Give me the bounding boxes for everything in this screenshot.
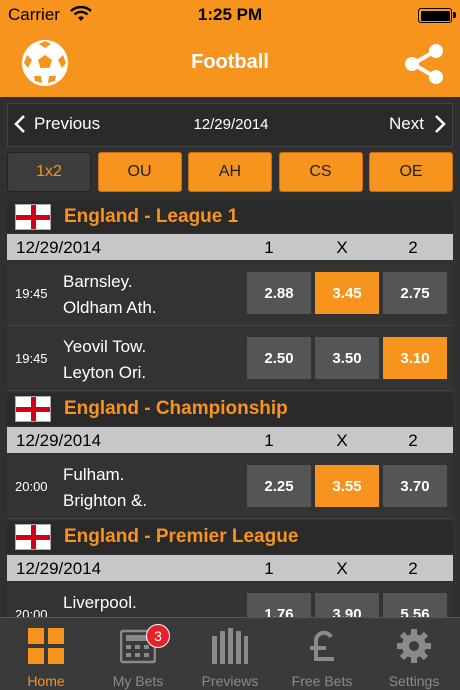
league-date: 12/29/2014 bbox=[16, 559, 102, 578]
current-date: 12/29/2014 bbox=[193, 116, 269, 133]
match-time: 19:45 bbox=[15, 286, 48, 301]
league-name: England - Championship bbox=[64, 398, 288, 419]
tab-home[interactable]: Home bbox=[0, 618, 92, 690]
odds-draw-button[interactable]: 3.50 bbox=[315, 337, 379, 379]
market-tabs: 1x2 OU AH CS OE bbox=[7, 152, 453, 194]
col-away: 2 bbox=[408, 431, 418, 450]
column-header: 12/29/2014 1 X 2 bbox=[7, 555, 453, 581]
battery-icon bbox=[418, 8, 456, 23]
column-header: 12/29/2014 1 X 2 bbox=[7, 427, 453, 453]
col-home: 1 bbox=[264, 431, 274, 450]
tab-label: Settings bbox=[388, 673, 440, 689]
odds-away-button[interactable]: 2.75 bbox=[383, 272, 447, 314]
tab-label: Home bbox=[27, 673, 65, 689]
gear-icon bbox=[397, 629, 431, 663]
tab-label: Previews bbox=[201, 673, 259, 689]
odds-home-button[interactable]: 2.25 bbox=[247, 465, 311, 507]
tab-bar: Home 3 My Bets Previews Free Bets Settin… bbox=[0, 617, 460, 690]
odds-draw-button[interactable]: 3.55 bbox=[315, 465, 379, 507]
away-team: Brighton &. bbox=[63, 491, 148, 510]
next-day-button[interactable]: Next bbox=[389, 114, 446, 134]
league-header[interactable]: England - Premier League bbox=[7, 521, 453, 553]
england-flag-icon bbox=[15, 396, 51, 422]
odds-home-button[interactable]: 2.50 bbox=[247, 337, 311, 379]
match-row[interactable]: 20:00 Fulham. Brighton &. 2.25 3.55 3.70 bbox=[7, 455, 453, 519]
col-home: 1 bbox=[264, 559, 274, 578]
col-away: 2 bbox=[408, 238, 418, 257]
league-date: 12/29/2014 bbox=[16, 238, 102, 257]
league-name: England - Premier League bbox=[64, 526, 299, 547]
col-draw: X bbox=[336, 559, 348, 578]
tab-my-bets[interactable]: 3 My Bets bbox=[92, 618, 184, 690]
league-header[interactable]: England - Championship bbox=[7, 393, 453, 425]
col-home: 1 bbox=[264, 238, 274, 257]
tab-settings[interactable]: Settings bbox=[368, 618, 460, 690]
date-navigator: Previous 12/29/2014 Next bbox=[7, 103, 453, 147]
col-draw: X bbox=[336, 431, 348, 450]
odds-away-button[interactable]: 3.70 bbox=[383, 465, 447, 507]
col-away: 2 bbox=[408, 559, 418, 578]
away-team: Leyton Ori. bbox=[63, 363, 147, 382]
tab-cs[interactable]: CS bbox=[278, 152, 363, 192]
odds-home-button[interactable]: 2.88 bbox=[247, 272, 311, 314]
pound-icon bbox=[310, 630, 334, 661]
col-draw: X bbox=[336, 238, 348, 257]
column-header: 12/29/2014 1 X 2 bbox=[7, 234, 453, 260]
tab-oe[interactable]: OE bbox=[369, 152, 453, 192]
grid-icon bbox=[28, 628, 64, 664]
match-time: 19:45 bbox=[15, 351, 48, 366]
england-flag-icon bbox=[15, 524, 51, 550]
league-header[interactable]: England - League 1 bbox=[7, 201, 453, 233]
status-time: 1:25 PM bbox=[197, 5, 263, 24]
tab-previews[interactable]: Previews bbox=[184, 618, 276, 690]
tab-label: My Bets bbox=[112, 673, 164, 689]
odds-draw-button[interactable]: 3.45 bbox=[315, 272, 379, 314]
share-icon[interactable] bbox=[402, 42, 446, 91]
tab-ou[interactable]: OU bbox=[97, 152, 182, 192]
tab-label: Free Bets bbox=[291, 673, 353, 689]
bars-icon bbox=[212, 628, 248, 664]
nav-bar: Football bbox=[0, 30, 460, 97]
tab-free-bets[interactable]: Free Bets bbox=[276, 618, 368, 690]
england-flag-icon bbox=[15, 204, 51, 230]
match-time: 20:00 bbox=[15, 479, 48, 494]
home-team: Fulham. bbox=[63, 465, 125, 484]
next-label: Next bbox=[389, 114, 424, 133]
tab-1x2[interactable]: 1x2 bbox=[7, 152, 91, 192]
tab-ah[interactable]: AH bbox=[188, 152, 272, 192]
match-row[interactable]: 19:45 Yeovil Tow. Leyton Ori. 2.50 3.50 … bbox=[7, 327, 453, 391]
home-team: Liverpool. bbox=[63, 593, 137, 612]
notification-badge: 3 bbox=[146, 624, 170, 648]
home-team: Barnsley. bbox=[63, 272, 133, 291]
status-bar: Carrier 1:25 PM bbox=[0, 0, 460, 30]
home-team: Yeovil Tow. bbox=[63, 337, 147, 356]
away-team: Oldham Ath. bbox=[63, 298, 157, 317]
chevron-right-icon bbox=[435, 115, 446, 133]
page-title: Football bbox=[191, 51, 269, 73]
odds-away-button[interactable]: 3.10 bbox=[383, 337, 447, 379]
league-date: 12/29/2014 bbox=[16, 431, 102, 450]
match-row[interactable]: 19:45 Barnsley. Oldham Ath. 2.88 3.45 2.… bbox=[7, 262, 453, 326]
league-name: England - League 1 bbox=[64, 206, 239, 227]
